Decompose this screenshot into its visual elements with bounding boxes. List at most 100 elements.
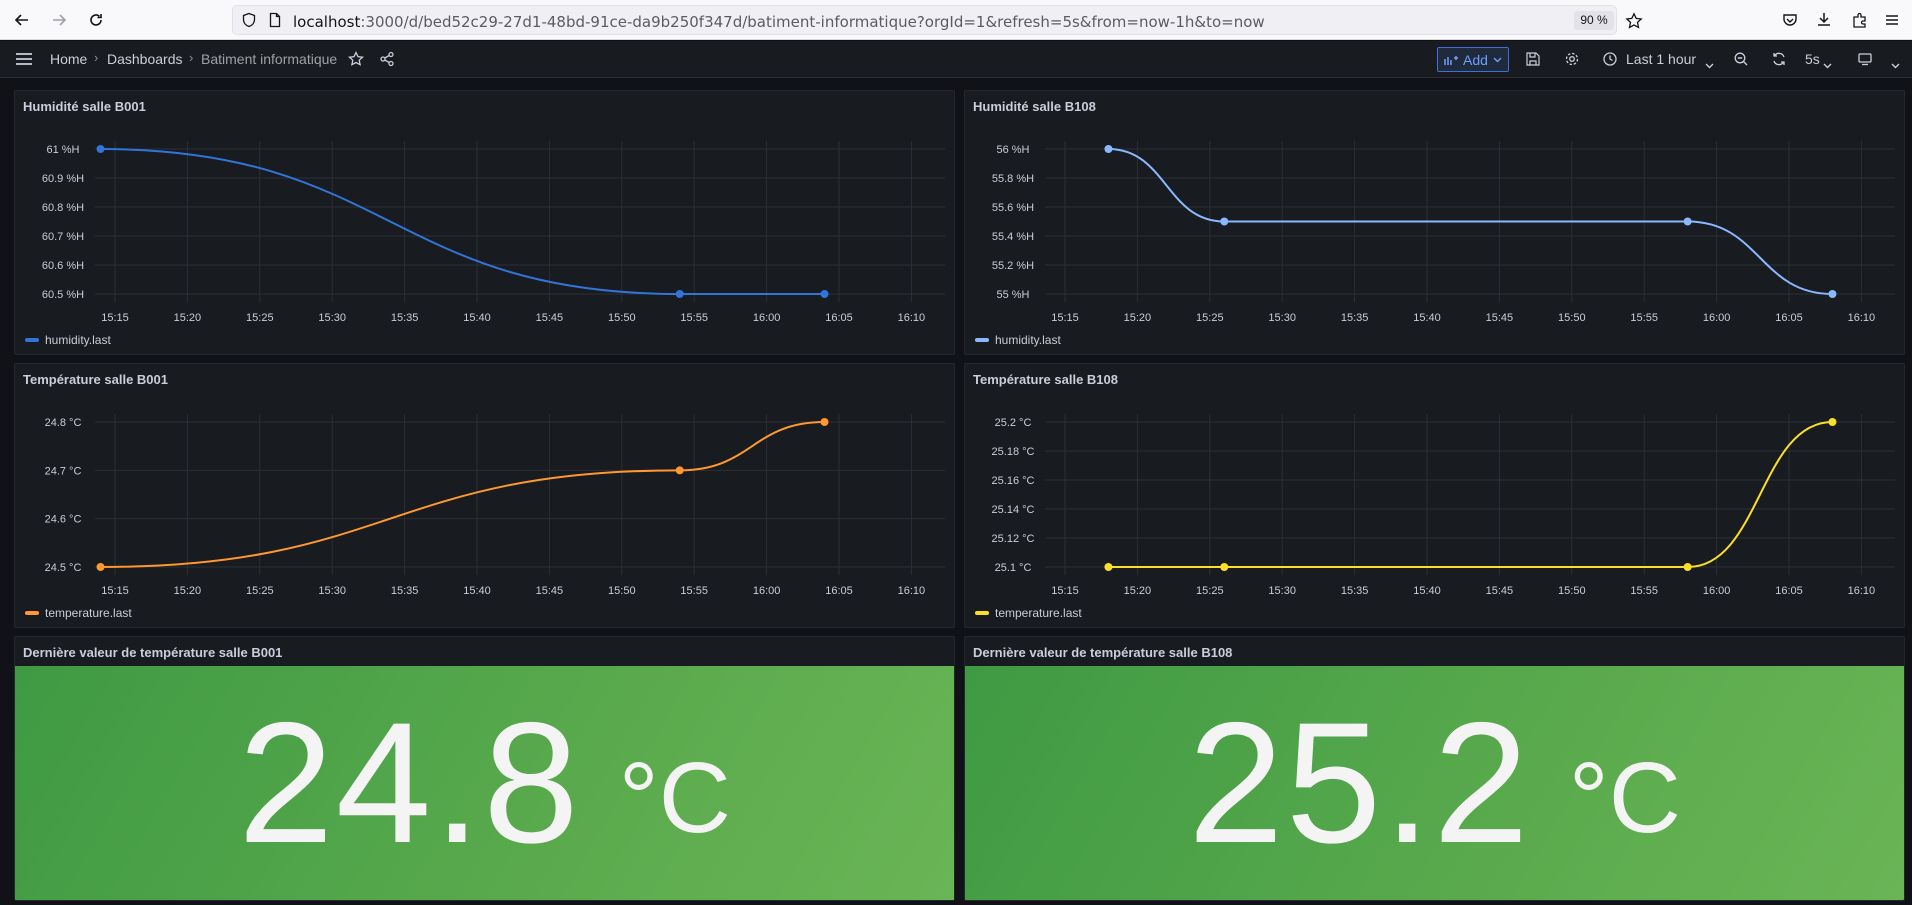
x-tick-label: 15:25 bbox=[246, 585, 274, 597]
breadcrumb-dashboards[interactable]: Dashboards bbox=[107, 51, 183, 67]
x-tick-label: 16:10 bbox=[1848, 312, 1876, 324]
legend-label: temperature.last bbox=[995, 606, 1082, 620]
y-tick-label: 25.18 °C bbox=[992, 446, 1035, 458]
data-point[interactable] bbox=[1104, 145, 1113, 153]
shield-icon[interactable] bbox=[241, 12, 257, 33]
series-line[interactable] bbox=[100, 421, 825, 568]
x-tick-label: 15:55 bbox=[680, 312, 708, 324]
forward-icon[interactable] bbox=[47, 9, 71, 31]
data-point[interactable] bbox=[1828, 418, 1837, 426]
panel-title[interactable]: Dernière valeur de température salle B00… bbox=[23, 645, 282, 660]
clock-icon[interactable] bbox=[1600, 49, 1620, 69]
panel-temperature-b001: Température salle B001 24.8 °C 24.7 °C 24.… bbox=[14, 363, 955, 628]
data-point[interactable] bbox=[675, 466, 684, 475]
zoom-level-badge[interactable]: 90 % bbox=[1574, 11, 1614, 30]
data-point[interactable] bbox=[1828, 290, 1837, 298]
breadcrumb-home[interactable]: Home bbox=[50, 51, 87, 67]
y-tick-label: 25.14 °C bbox=[992, 504, 1035, 516]
refresh-icon[interactable] bbox=[1769, 49, 1789, 69]
reload-icon[interactable] bbox=[84, 9, 108, 31]
x-tick-label: 15:25 bbox=[1196, 312, 1224, 324]
y-tick-label: 55.2 %H bbox=[992, 260, 1034, 272]
stat-value: 24.8 °C bbox=[15, 666, 954, 900]
menu-icon[interactable] bbox=[14, 49, 34, 69]
y-tick-label: 55.8 %H bbox=[992, 173, 1034, 185]
y-tick-label: 55.6 %H bbox=[992, 202, 1034, 214]
humidity-b001-chart[interactable]: 61 %H 60.9 %H 60.8 %H 60.7 %H 60.6 %H 60.5 %H… bbox=[15, 91, 955, 355]
y-tick-label: 24.5 °C bbox=[45, 562, 82, 574]
data-point[interactable] bbox=[1104, 563, 1113, 571]
series-line[interactable] bbox=[1108, 421, 1833, 568]
downloads-icon[interactable] bbox=[1812, 9, 1836, 31]
chevron-down-icon[interactable] bbox=[1891, 56, 1900, 74]
data-point[interactable] bbox=[1683, 563, 1692, 571]
data-point[interactable] bbox=[1220, 217, 1229, 226]
x-tick-label: 16:00 bbox=[1703, 312, 1731, 324]
stat-value: 25.2 °C bbox=[965, 666, 1904, 900]
x-tick-label: 15:40 bbox=[1413, 585, 1441, 597]
y-tick-label: 56 %H bbox=[996, 144, 1029, 156]
zoom-out-icon[interactable] bbox=[1731, 49, 1751, 69]
time-range-picker[interactable]: Last 1 hour bbox=[1626, 51, 1696, 67]
back-icon[interactable] bbox=[10, 9, 34, 31]
panel-title[interactable]: Dernière valeur de température salle B10… bbox=[973, 645, 1232, 660]
x-tick-label: 16:05 bbox=[825, 585, 853, 597]
x-tick-label: 15:15 bbox=[1051, 585, 1079, 597]
data-point[interactable] bbox=[96, 145, 105, 153]
data-point[interactable] bbox=[96, 563, 105, 571]
y-tick-label: 60.9 %H bbox=[42, 173, 84, 185]
x-tick-label: 16:10 bbox=[1848, 585, 1876, 597]
x-tick-label: 15:55 bbox=[1630, 585, 1658, 597]
view-mode-icon[interactable] bbox=[1855, 49, 1875, 69]
chevron-down-icon[interactable] bbox=[1705, 56, 1714, 74]
chevron-down-icon[interactable] bbox=[1823, 56, 1832, 74]
legend-label: humidity.last bbox=[45, 333, 111, 347]
x-tick-label: 15:30 bbox=[318, 585, 346, 597]
data-point[interactable] bbox=[1683, 217, 1692, 226]
legend-item[interactable]: humidity.last bbox=[975, 333, 1061, 347]
y-tick-label: 60.8 %H bbox=[42, 202, 84, 214]
add-button[interactable]: Add bbox=[1437, 47, 1509, 72]
settings-gear-icon[interactable] bbox=[1562, 49, 1582, 69]
series-line[interactable] bbox=[1108, 148, 1833, 295]
x-tick-label: 16:00 bbox=[1703, 585, 1731, 597]
humidity-b108-chart[interactable]: 56 %H 55.8 %H 55.6 %H 55.4 %H 55.2 %H 55 %H 15… bbox=[965, 91, 1905, 355]
refresh-interval-picker[interactable]: 5s bbox=[1805, 51, 1820, 67]
url-bar[interactable]: localhost:3000/d/bed52c29-27d1-48bd-91ce… bbox=[232, 5, 1643, 35]
panel-temperature-b108: Température salle B108 25.2 °C 25.18 °C 25… bbox=[964, 363, 1905, 628]
data-point[interactable] bbox=[675, 290, 684, 298]
save-icon[interactable] bbox=[1523, 49, 1543, 69]
hamburger-menu-icon[interactable] bbox=[1880, 9, 1904, 31]
x-tick-label: 15:45 bbox=[1486, 312, 1514, 324]
data-point[interactable] bbox=[820, 418, 829, 426]
x-tick-label: 16:00 bbox=[753, 312, 781, 324]
x-tick-label: 16:10 bbox=[898, 312, 926, 324]
x-tick-label: 15:55 bbox=[680, 585, 708, 597]
temperature-b001-chart[interactable]: 24.8 °C 24.7 °C 24.6 °C 24.5 °C 15:15 15:20 15… bbox=[15, 364, 955, 628]
temperature-b108-chart[interactable]: 25.2 °C 25.18 °C 25.16 °C 25.14 °C 25.12 °C 2… bbox=[965, 364, 1905, 628]
x-tick-label: 16:00 bbox=[753, 585, 781, 597]
legend-item[interactable]: temperature.last bbox=[975, 606, 1082, 620]
y-tick-label: 60.5 %H bbox=[42, 289, 84, 301]
chevron-right-icon: › bbox=[94, 50, 99, 65]
bookmark-star-icon[interactable] bbox=[1625, 12, 1643, 35]
y-tick-label: 25.1 °C bbox=[995, 562, 1032, 574]
x-tick-label: 15:50 bbox=[608, 312, 636, 324]
data-point[interactable] bbox=[1220, 563, 1229, 571]
extensions-icon[interactable] bbox=[1848, 9, 1872, 31]
browser-toolbar: localhost:3000/d/bed52c29-27d1-48bd-91ce… bbox=[0, 0, 1912, 40]
pocket-icon[interactable] bbox=[1778, 9, 1802, 31]
legend-item[interactable]: humidity.last bbox=[25, 333, 111, 347]
legend-item[interactable]: temperature.last bbox=[25, 606, 132, 620]
x-tick-label: 15:55 bbox=[1630, 312, 1658, 324]
x-tick-label: 15:45 bbox=[536, 312, 564, 324]
star-icon[interactable] bbox=[346, 49, 366, 69]
series-line[interactable] bbox=[100, 148, 825, 295]
data-point[interactable] bbox=[820, 290, 829, 298]
legend-label: temperature.last bbox=[45, 606, 132, 620]
share-icon[interactable] bbox=[377, 49, 397, 69]
legend-swatch bbox=[25, 611, 39, 615]
x-tick-label: 16:05 bbox=[825, 312, 853, 324]
page-icon[interactable] bbox=[267, 12, 283, 33]
stat-unit: °C bbox=[618, 741, 731, 854]
